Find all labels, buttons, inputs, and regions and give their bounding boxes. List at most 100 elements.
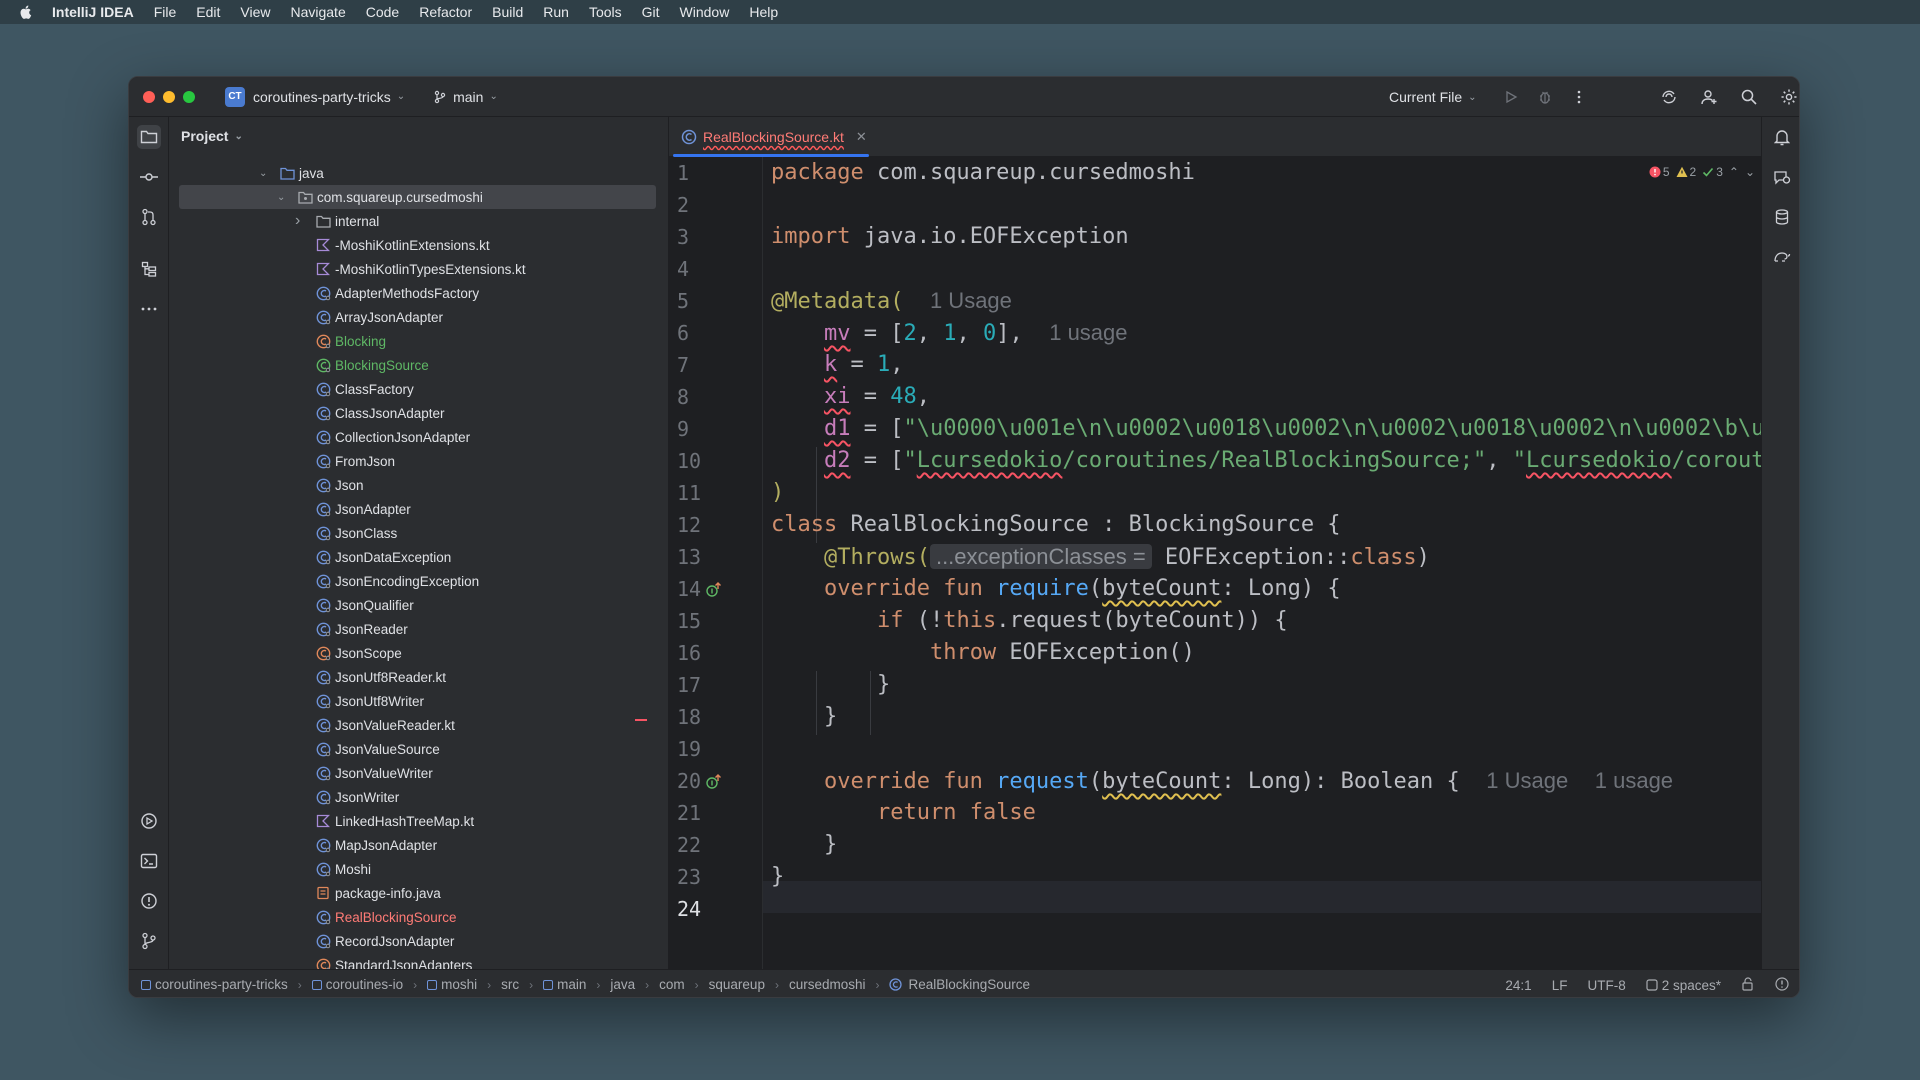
menu-navigate[interactable]: Navigate — [290, 4, 345, 20]
inspection-status-icon[interactable] — [1775, 976, 1789, 994]
search-icon[interactable] — [1739, 87, 1759, 107]
usage-inlay-hint[interactable]: 1 usage — [1595, 768, 1673, 793]
debug-icon[interactable] — [1535, 87, 1555, 107]
line-number[interactable]: 13 — [677, 545, 717, 569]
project-tree-item[interactable]: JsonUtf8Reader.kt — [169, 665, 668, 689]
project-tree-item[interactable]: -MoshiKotlinExtensions.kt — [169, 233, 668, 257]
breadcrumb-item[interactable]: java — [610, 977, 635, 992]
usage-inlay-hint[interactable]: 1 Usage — [930, 288, 1012, 313]
more-tool-windows-icon[interactable] — [137, 297, 161, 321]
menu-edit[interactable]: Edit — [196, 4, 220, 20]
project-tree-item[interactable]: JsonUtf8Writer — [169, 689, 668, 713]
indent-settings[interactable]: 2 spaces* — [1646, 978, 1721, 993]
line-number[interactable]: 3 — [677, 225, 717, 249]
line-number[interactable]: 4 — [677, 257, 717, 281]
editor-tab-realblockingsource[interactable]: RealBlockingSource.kt ✕ — [669, 117, 869, 157]
branch-switcher[interactable]: main ⌄ — [433, 89, 498, 105]
project-tree-item[interactable]: ClassJsonAdapter — [169, 401, 668, 425]
line-number[interactable]: 23 — [677, 865, 717, 889]
project-tree-item[interactable]: ⌄ java — [169, 161, 668, 185]
ai-assistant-icon[interactable] — [1659, 87, 1679, 107]
run-configuration-selector[interactable]: Current File ⌄ — [1389, 77, 1477, 117]
line-number[interactable]: 19 — [677, 737, 717, 761]
line-number[interactable]: 17 — [677, 673, 717, 697]
project-tree-item[interactable]: Blocking — [169, 329, 668, 353]
implements-gutter-icon[interactable] — [705, 581, 725, 601]
project-tree-item[interactable]: FromJson — [169, 449, 668, 473]
inspections-widget[interactable]: 5 2 3 ⌃ ⌄ — [1649, 165, 1755, 179]
app-menu[interactable]: IntelliJ IDEA — [52, 4, 134, 20]
menu-tools[interactable]: Tools — [589, 4, 622, 20]
project-tree-item[interactable]: JsonValueReader.kt — [169, 713, 668, 737]
menu-file[interactable]: File — [154, 4, 177, 20]
menu-git[interactable]: Git — [642, 4, 660, 20]
gradle-icon[interactable] — [1770, 245, 1794, 269]
structure-icon[interactable] — [137, 257, 161, 281]
breadcrumb-item[interactable]: cursedmoshi — [789, 977, 866, 992]
project-tree-item[interactable]: JsonDataException — [169, 545, 668, 569]
project-tree-item[interactable]: JsonScope — [169, 641, 668, 665]
breadcrumb-item[interactable]: main — [543, 977, 586, 992]
run-icon[interactable] — [1501, 87, 1521, 107]
services-run-icon[interactable] — [137, 809, 161, 833]
database-icon[interactable] — [1770, 205, 1794, 229]
zoom-window-button[interactable] — [183, 90, 195, 103]
menu-code[interactable]: Code — [366, 4, 399, 20]
close-tab-icon[interactable]: ✕ — [856, 129, 867, 145]
terminal-icon[interactable] — [137, 849, 161, 873]
usage-inlay-hint[interactable]: 1 Usage — [1486, 768, 1568, 793]
project-tree-item[interactable]: JsonValueWriter — [169, 761, 668, 785]
project-tree-item[interactable]: JsonReader — [169, 617, 668, 641]
line-number[interactable]: 15 — [677, 609, 717, 633]
project-switcher[interactable]: CT coroutines-party-tricks ⌄ — [225, 86, 405, 107]
line-number[interactable]: 18 — [677, 705, 717, 729]
apple-logo-icon[interactable] — [18, 4, 34, 20]
line-number[interactable]: 21 — [677, 801, 717, 825]
line-number[interactable]: 6 — [677, 321, 717, 345]
line-number[interactable]: 1 — [677, 161, 717, 185]
close-window-button[interactable] — [143, 90, 155, 103]
project-tree-item[interactable]: › internal — [169, 209, 668, 233]
usage-inlay-hint[interactable]: 1 usage — [1049, 320, 1127, 345]
more-actions-icon[interactable] — [1569, 87, 1589, 107]
line-separator[interactable]: LF — [1552, 978, 1568, 993]
project-tree-item[interactable]: Moshi — [169, 857, 668, 881]
parameter-inlay-hint[interactable]: ...exceptionClasses = — [929, 544, 1152, 569]
chevron-down-icon[interactable]: ⌄ — [259, 168, 267, 179]
notifications-bell-icon[interactable] — [1770, 125, 1794, 149]
project-tree-item[interactable]: StandardJsonAdapters — [169, 953, 668, 969]
line-number[interactable]: 11 — [677, 481, 717, 505]
project-tree-item[interactable]: MapJsonAdapter — [169, 833, 668, 857]
menu-build[interactable]: Build — [492, 4, 523, 20]
line-number[interactable]: 22 — [677, 833, 717, 857]
breadcrumb-item[interactable]: RealBlockingSource — [889, 977, 1030, 992]
read-only-toggle-icon[interactable] — [1741, 976, 1755, 994]
menu-window[interactable]: Window — [680, 4, 730, 20]
line-number[interactable]: 12 — [677, 513, 717, 537]
settings-gear-icon[interactable] — [1779, 87, 1799, 107]
menu-run[interactable]: Run — [543, 4, 569, 20]
project-tree-item[interactable]: CollectionJsonAdapter — [169, 425, 668, 449]
commit-icon[interactable] — [137, 165, 161, 189]
next-highlight-icon[interactable]: ⌄ — [1745, 165, 1755, 179]
previous-highlight-icon[interactable]: ⌃ — [1729, 165, 1739, 179]
project-tree-item[interactable]: package-info.java — [169, 881, 668, 905]
line-number[interactable]: 10 — [677, 449, 717, 473]
project-tree-item[interactable]: AdapterMethodsFactory — [169, 281, 668, 305]
menu-view[interactable]: View — [240, 4, 270, 20]
breadcrumb-item[interactable]: src — [501, 977, 519, 992]
project-tree-item[interactable]: JsonQualifier — [169, 593, 668, 617]
problems-icon[interactable] — [137, 889, 161, 913]
caret-position[interactable]: 24:1 — [1505, 978, 1531, 993]
add-user-icon[interactable] — [1699, 87, 1719, 107]
project-tree-item[interactable]: -MoshiKotlinTypesExtensions.kt — [169, 257, 668, 281]
chevron-right-icon[interactable]: › — [295, 212, 300, 230]
error-stripe-mark[interactable] — [635, 719, 647, 721]
project-tree-item[interactable]: JsonWriter — [169, 785, 668, 809]
project-tree-item[interactable]: Json — [169, 473, 668, 497]
line-number[interactable]: 5 — [677, 289, 717, 313]
project-tree-item[interactable]: ClassFactory — [169, 377, 668, 401]
line-number[interactable]: 16 — [677, 641, 717, 665]
menu-refactor[interactable]: Refactor — [419, 4, 472, 20]
git-icon[interactable] — [137, 929, 161, 953]
